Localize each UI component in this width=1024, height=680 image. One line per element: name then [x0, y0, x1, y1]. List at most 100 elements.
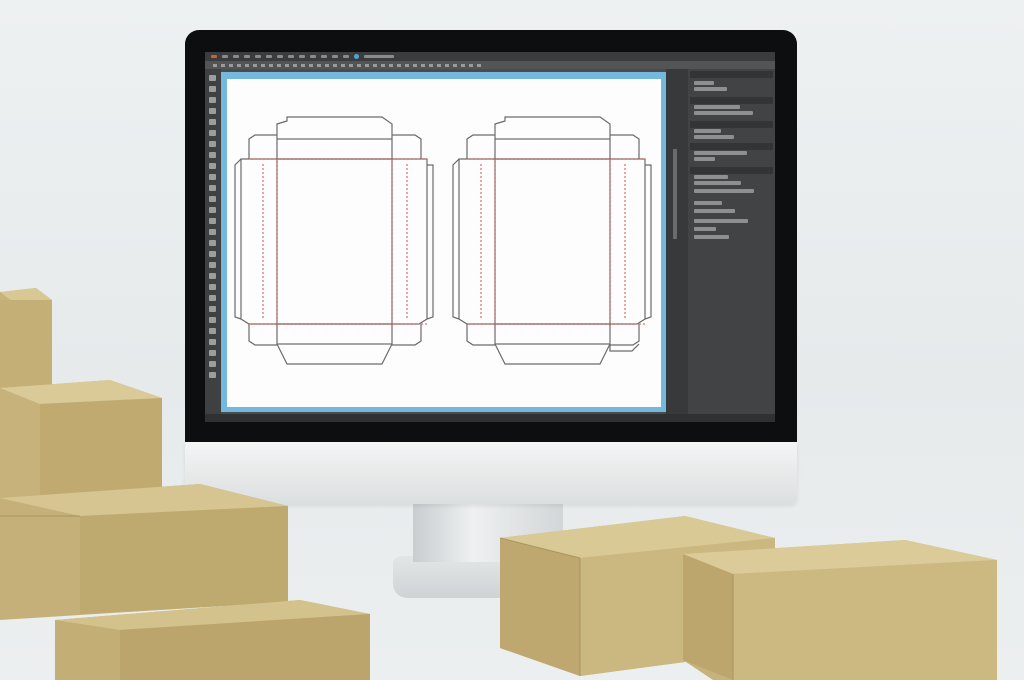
panel-row[interactable] — [694, 219, 748, 223]
panel-row[interactable] — [694, 201, 722, 205]
option-control[interactable] — [405, 63, 409, 67]
option-control[interactable] — [229, 63, 233, 67]
tool-icon[interactable] — [209, 229, 216, 235]
option-control[interactable] — [333, 63, 337, 67]
tool-icon[interactable] — [209, 75, 216, 81]
menu-item[interactable] — [332, 55, 338, 58]
tool-icon[interactable] — [209, 141, 216, 147]
option-control[interactable] — [237, 63, 241, 67]
option-control[interactable] — [245, 63, 249, 67]
panel-row[interactable] — [694, 175, 728, 179]
option-control[interactable] — [357, 63, 361, 67]
tool-icon[interactable] — [209, 152, 216, 158]
tool-icon[interactable] — [209, 218, 216, 224]
tool-icon[interactable] — [209, 86, 216, 92]
option-control[interactable] — [461, 63, 465, 67]
panel-header[interactable] — [690, 167, 773, 174]
option-control[interactable] — [213, 63, 217, 67]
panel-row[interactable] — [694, 111, 753, 115]
option-control[interactable] — [429, 63, 433, 67]
option-control[interactable] — [309, 63, 313, 67]
option-control[interactable] — [261, 63, 265, 67]
menu-item[interactable] — [222, 55, 228, 58]
panel-row[interactable] — [694, 105, 740, 109]
option-control[interactable] — [381, 63, 385, 67]
option-control[interactable] — [301, 63, 305, 67]
app-menu-bar[interactable] — [205, 52, 775, 61]
tool-icon[interactable] — [209, 251, 216, 257]
menu-item[interactable] — [364, 55, 394, 58]
menu-item[interactable] — [310, 55, 316, 58]
globe-icon[interactable] — [354, 54, 359, 59]
option-control[interactable] — [365, 63, 369, 67]
option-control[interactable] — [477, 63, 481, 67]
tool-icon[interactable] — [209, 207, 216, 213]
photo-scene — [0, 0, 1024, 680]
tool-icon[interactable] — [209, 240, 216, 246]
option-control[interactable] — [453, 63, 457, 67]
dieline-right — [452, 116, 652, 365]
option-control[interactable] — [349, 63, 353, 67]
option-control[interactable] — [253, 63, 257, 67]
tool-icon[interactable] — [209, 273, 216, 279]
tool-icon[interactable] — [209, 119, 216, 125]
panel-row[interactable] — [694, 81, 714, 85]
scrollbar-thumb[interactable] — [673, 149, 677, 239]
canvas-scrollbar[interactable] — [666, 69, 688, 414]
menu-item[interactable] — [321, 55, 327, 58]
option-control[interactable] — [325, 63, 329, 67]
option-control[interactable] — [445, 63, 449, 67]
option-control[interactable] — [437, 63, 441, 67]
tool-icon[interactable] — [209, 196, 216, 202]
menu-item[interactable] — [299, 55, 305, 58]
option-control[interactable] — [421, 63, 425, 67]
menu-item[interactable] — [343, 55, 349, 58]
panel-row[interactable] — [694, 235, 729, 239]
cardboard-box-icon — [0, 484, 288, 620]
panel-header[interactable] — [690, 71, 773, 78]
right-cardboard-boxes — [499, 516, 997, 680]
panel-row[interactable] — [694, 227, 716, 231]
panel-row[interactable] — [694, 157, 715, 161]
option-control[interactable] — [269, 63, 273, 67]
option-control[interactable] — [277, 63, 281, 67]
panel-row[interactable] — [694, 135, 734, 139]
panel-header[interactable] — [690, 97, 773, 104]
option-control[interactable] — [221, 63, 225, 67]
menu-item[interactable] — [288, 55, 294, 58]
option-control[interactable] — [285, 63, 289, 67]
panel-row[interactable] — [694, 209, 735, 213]
tool-icon[interactable] — [209, 108, 216, 114]
tool-icon[interactable] — [209, 97, 216, 103]
tool-options-bar[interactable] — [205, 61, 775, 69]
option-control[interactable] — [389, 63, 393, 67]
panel-row[interactable] — [694, 87, 727, 91]
panel-header[interactable] — [690, 143, 773, 150]
menu-item[interactable] — [233, 55, 239, 58]
app-logo-icon — [211, 55, 217, 58]
option-control[interactable] — [413, 63, 417, 67]
menu-item[interactable] — [266, 55, 272, 58]
option-control[interactable] — [317, 63, 321, 67]
panel-row[interactable] — [694, 189, 754, 193]
option-control[interactable] — [293, 63, 297, 67]
layers-properties-panel[interactable] — [688, 69, 775, 414]
option-control[interactable] — [373, 63, 377, 67]
panel-row[interactable] — [694, 181, 741, 185]
option-control[interactable] — [397, 63, 401, 67]
option-control[interactable] — [341, 63, 345, 67]
menu-item[interactable] — [255, 55, 261, 58]
menu-item[interactable] — [244, 55, 250, 58]
tool-icon[interactable] — [209, 163, 216, 169]
menu-item[interactable] — [277, 55, 283, 58]
panel-row[interactable] — [694, 151, 747, 155]
tool-icon[interactable] — [209, 130, 216, 136]
tool-icon[interactable] — [209, 262, 216, 268]
tool-icon[interactable] — [209, 174, 216, 180]
cardboard-box-icon — [0, 380, 162, 504]
option-control[interactable] — [469, 63, 473, 67]
tool-icon[interactable] — [209, 185, 216, 191]
panel-header[interactable] — [690, 121, 773, 128]
stacked-cardboard-boxes — [0, 288, 370, 680]
panel-row[interactable] — [694, 129, 721, 133]
